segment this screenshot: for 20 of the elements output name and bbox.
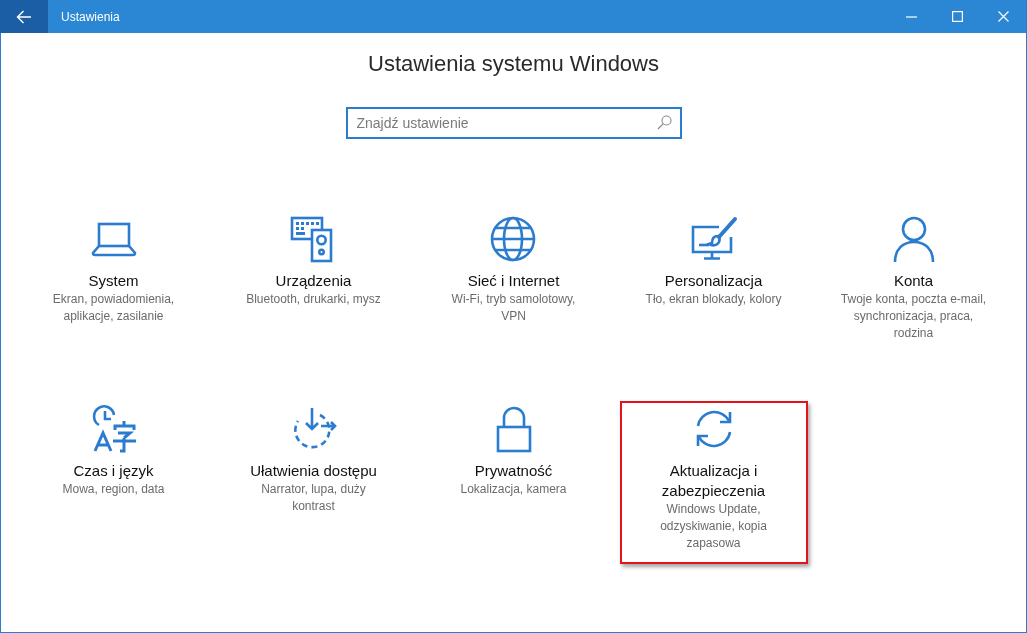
globe-icon xyxy=(489,215,538,263)
category-tile[interactable]: System Ekran, powiadomienia, aplikacje, zasilanie xyxy=(33,211,194,337)
category-tile[interactable]: Aktualizacja i zabezpieczenia Windows Update, odzyskiwanie, kopia zapasowa xyxy=(619,401,808,564)
maximize-icon xyxy=(951,11,963,22)
category-tile[interactable]: Personalizacja Tło, ekran blokady, kolory xyxy=(626,211,801,320)
page-heading: Ustawienia systemu Windows xyxy=(368,50,659,78)
back-arrow-icon xyxy=(16,9,32,24)
search-icon xyxy=(656,115,672,130)
category-tile[interactable]: Czas i język Mowa, region, data xyxy=(43,401,184,510)
close-icon xyxy=(997,11,1009,22)
minimize-icon xyxy=(905,15,917,18)
window-title: Ustawienia xyxy=(61,9,120,24)
category-tile[interactable]: Konta Twoje konta, poczta e-mail, synchronizacja, praca, rodzina xyxy=(821,211,1006,354)
category-tile[interactable]: Urządzenia Bluetooth, drukarki, mysz xyxy=(227,211,400,320)
search-field[interactable]: Znajdź ustawienie xyxy=(345,107,682,139)
category-tile[interactable]: Prywatność Lokalizacja, kamera xyxy=(441,401,586,510)
monitor-brush-icon xyxy=(689,215,738,263)
back-button[interactable] xyxy=(0,0,48,33)
category-tile[interactable]: Ułatwienia dostępu Narrator, lupa, duży kontrast xyxy=(231,401,396,527)
category-tile[interactable]: Sieć i Internet Wi-Fi, tryb samolotowy, VPN xyxy=(432,211,595,337)
